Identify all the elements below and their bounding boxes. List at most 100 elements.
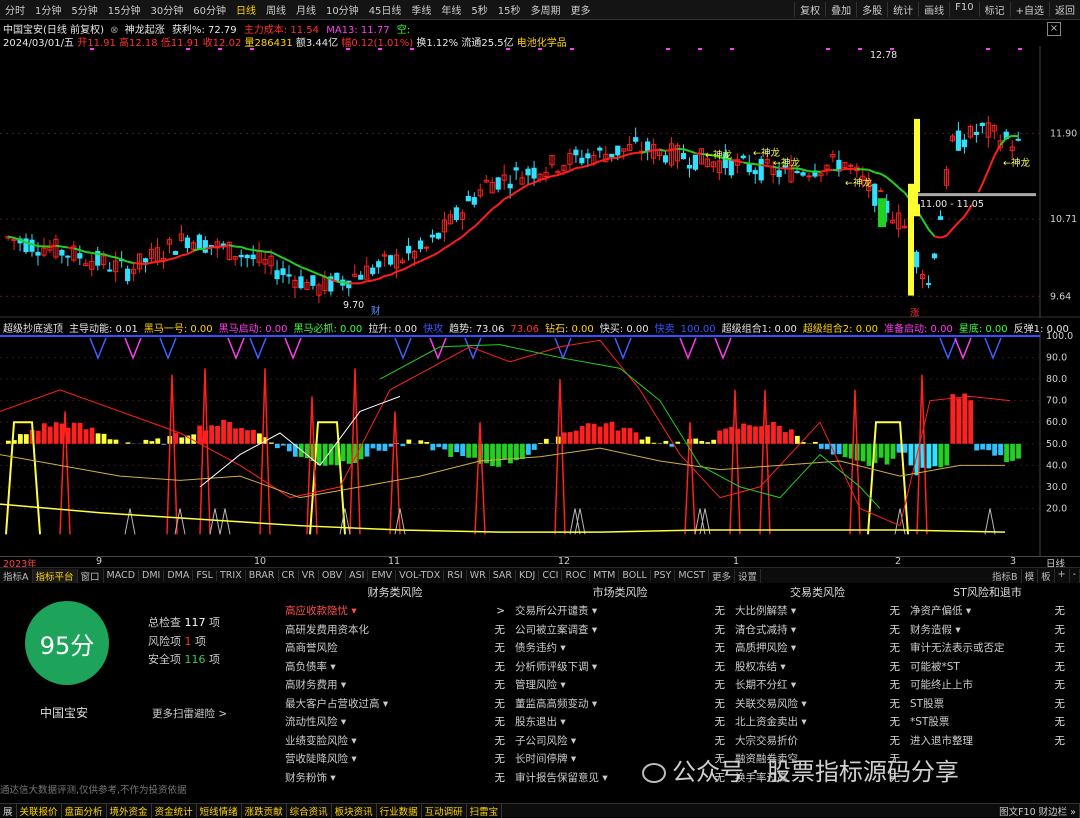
risk-row[interactable]: 债务违约 ▾无 xyxy=(515,639,725,658)
tab-1[interactable]: 指标平台 xyxy=(33,569,78,583)
risk-row[interactable]: 高负债率 ▾无 xyxy=(285,658,505,677)
risk-row[interactable]: 分析师评级下调 ▾无 xyxy=(515,658,725,677)
toolbar-btn-4[interactable]: 画线 xyxy=(918,2,949,17)
risk-row[interactable]: 可能被*ST无 xyxy=(910,658,1065,677)
risk-row[interactable]: 子公司风险 ▾无 xyxy=(515,732,725,751)
period-0[interactable]: 分时 xyxy=(0,2,30,17)
risk-row[interactable]: 公司被立案调查 ▾无 xyxy=(515,621,725,640)
price-chart[interactable]: 11.9010.719.6412.789.70财涨11.00 - 11.05←神… xyxy=(0,46,1080,318)
status-tab-7[interactable]: 综合资讯 xyxy=(287,804,332,818)
tab-26[interactable]: 设置 xyxy=(735,569,761,583)
period-15[interactable]: 多周期 xyxy=(526,2,566,17)
toolbar-btn-2[interactable]: 多股 xyxy=(856,2,887,17)
risk-row[interactable]: 流动性风险 ▾无 xyxy=(285,713,505,732)
tab-23[interactable]: PSY xyxy=(651,570,676,581)
period-6[interactable]: 日线 xyxy=(231,2,261,17)
period-1[interactable]: 1分钟 xyxy=(30,2,66,17)
tab-3[interactable]: MACD xyxy=(104,570,139,581)
tab-6[interactable]: FSL xyxy=(193,570,217,581)
risk-row[interactable]: 股东退出 ▾无 xyxy=(515,713,725,732)
indicator-chart[interactable]: 100.090.080.070.060.050.040.030.020.0 xyxy=(0,332,1080,556)
period-9[interactable]: 10分钟 xyxy=(321,2,364,17)
period-7[interactable]: 周线 xyxy=(261,2,291,17)
tab-right-3[interactable]: + xyxy=(1055,569,1070,583)
tab-24[interactable]: MCST xyxy=(675,570,709,581)
period-10[interactable]: 45日线 xyxy=(364,2,407,17)
risk-row[interactable]: 董监高高频变动 ▾无 xyxy=(515,695,725,714)
risk-row[interactable]: 财务粉饰 ▾无 xyxy=(285,769,505,788)
period-2[interactable]: 5分钟 xyxy=(66,2,102,17)
risk-row[interactable]: 长期不分红 ▾无 xyxy=(735,676,900,695)
risk-row[interactable]: 财务造假 ▾无 xyxy=(910,621,1065,640)
toolbar-btn-0[interactable]: 复权 xyxy=(794,2,825,17)
tab-22[interactable]: BOLL xyxy=(619,570,650,581)
tab-16[interactable]: WR xyxy=(467,570,490,581)
risk-row[interactable]: 净资产偏低 ▾无 xyxy=(910,602,1065,621)
status-tab-5[interactable]: 短线情绪 xyxy=(197,804,242,818)
toolbar-btn-6[interactable]: 标记 xyxy=(979,2,1010,17)
tab-right-4[interactable]: - xyxy=(1070,569,1080,583)
tab-4[interactable]: DMI xyxy=(139,570,164,581)
period-16[interactable]: 更多 xyxy=(566,2,596,17)
status-tab-9[interactable]: 行业数据 xyxy=(377,804,422,818)
period-3[interactable]: 15分钟 xyxy=(103,2,146,17)
tab-7[interactable]: TRIX xyxy=(217,570,246,581)
period-5[interactable]: 60分钟 xyxy=(188,2,231,17)
tab-8[interactable]: BRAR xyxy=(246,570,279,581)
toolbar-btn-1[interactable]: 叠加 xyxy=(825,2,856,17)
status-tab-1[interactable]: 关联报价 xyxy=(17,804,62,818)
period-14[interactable]: 15秒 xyxy=(493,2,526,17)
tab-15[interactable]: RSI xyxy=(444,570,466,581)
status-tab-3[interactable]: 境外资金 xyxy=(107,804,152,818)
risk-row[interactable]: 关联交易风险 ▾无 xyxy=(735,695,900,714)
tab-right-1[interactable]: 模 xyxy=(1022,569,1039,583)
tab-right-2[interactable]: 板 xyxy=(1038,569,1055,583)
tab-10[interactable]: VR xyxy=(299,570,319,581)
toolbar-btn-3[interactable]: 统计 xyxy=(887,2,918,17)
risk-row[interactable]: 进入退市整理无 xyxy=(910,732,1065,751)
risk-row[interactable]: 最大客户占营收过高 ▾无 xyxy=(285,695,505,714)
status-tab-11[interactable]: 扫雷宝 xyxy=(467,804,503,818)
toolbar-btn-5[interactable]: F10 xyxy=(949,2,978,17)
status-tab-2[interactable]: 盘面分析 xyxy=(62,804,107,818)
risk-row[interactable]: 管理风险 ▾无 xyxy=(515,676,725,695)
risk-row[interactable]: 营收陡降风险 ▾无 xyxy=(285,750,505,769)
risk-row[interactable]: 北上资金卖出 ▾无 xyxy=(735,713,900,732)
tab-21[interactable]: MTM xyxy=(590,570,619,581)
risk-row[interactable]: 高商誉风险无 xyxy=(285,639,505,658)
tab-18[interactable]: KDJ xyxy=(516,570,539,581)
risk-row[interactable]: 业绩变脸风险 ▾无 xyxy=(285,732,505,751)
tab-19[interactable]: CCI xyxy=(539,570,562,581)
risk-row[interactable]: 高财务费用 ▾无 xyxy=(285,676,505,695)
tab-12[interactable]: ASI xyxy=(346,570,368,581)
risk-row[interactable]: 大比例解禁 ▾无 xyxy=(735,602,900,621)
risk-row[interactable]: 高应收款隐忧 ▾> xyxy=(285,602,505,621)
tab-11[interactable]: OBV xyxy=(319,570,346,581)
risk-row[interactable]: *ST股票无 xyxy=(910,713,1065,732)
window-close-icon[interactable]: × xyxy=(1047,22,1061,36)
tab-5[interactable]: DMA xyxy=(164,570,193,581)
tab-9[interactable]: CR xyxy=(279,570,299,581)
risk-row[interactable]: 交易所公开谴责 ▾无 xyxy=(515,602,725,621)
tab-2[interactable]: 窗口 xyxy=(78,569,104,583)
risk-row[interactable]: 高质押风险 ▾无 xyxy=(735,639,900,658)
risk-row[interactable]: 清仓式减持 ▾无 xyxy=(735,621,900,640)
tab-right-0[interactable]: 指标B xyxy=(989,569,1022,583)
period-12[interactable]: 年线 xyxy=(436,2,466,17)
tab-0[interactable]: 指标A xyxy=(0,569,33,583)
status-right[interactable]: 图文F10 财边栏 » xyxy=(996,804,1080,818)
tab-13[interactable]: EMV xyxy=(368,570,396,581)
toolbar-btn-8[interactable]: 返回 xyxy=(1049,2,1080,17)
risk-row[interactable]: 大宗交易折价无 xyxy=(735,732,900,751)
period-8[interactable]: 月线 xyxy=(291,2,321,17)
status-tab-0[interactable]: 展 xyxy=(0,804,17,818)
risk-row[interactable]: 股权冻结 ▾无 xyxy=(735,658,900,677)
risk-row[interactable]: 高研发费用资本化无 xyxy=(285,621,505,640)
tab-20[interactable]: ROC xyxy=(562,570,590,581)
tab-14[interactable]: VOL-TDX xyxy=(396,570,444,581)
risk-row[interactable]: 可能终止上市无 xyxy=(910,676,1065,695)
tab-17[interactable]: SAR xyxy=(490,570,516,581)
status-tab-8[interactable]: 板块资讯 xyxy=(332,804,377,818)
period-4[interactable]: 30分钟 xyxy=(145,2,188,17)
tab-25[interactable]: 更多 xyxy=(709,569,735,583)
